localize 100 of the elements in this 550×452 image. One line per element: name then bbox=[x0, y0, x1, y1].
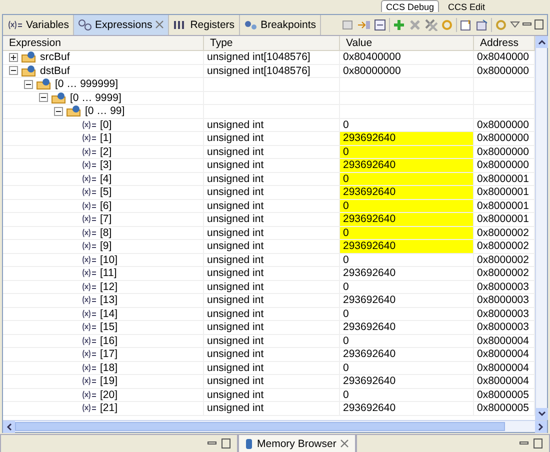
collapse-icon[interactable] bbox=[54, 106, 63, 116]
value-cell: 293692640 bbox=[340, 267, 474, 280]
type-cell: unsigned int bbox=[204, 254, 340, 266]
expression-name: [18] bbox=[100, 362, 118, 374]
value-cell: 293692640 bbox=[340, 348, 474, 360]
expression-name: [21] bbox=[100, 402, 118, 414]
value-cell: 293692640 bbox=[340, 240, 474, 252]
column-header[interactable]: Value bbox=[340, 36, 474, 51]
variable-icon bbox=[81, 159, 97, 172]
toolbar-icon[interactable] bbox=[357, 19, 371, 31]
value-cell: 293692640 bbox=[340, 132, 474, 144]
expression-icon bbox=[78, 19, 92, 31]
value-cell: 293692640 bbox=[340, 402, 474, 414]
value-cell: 0x80400000 bbox=[340, 51, 474, 64]
variable-icon bbox=[81, 240, 97, 252]
folder-icon bbox=[66, 105, 82, 118]
column-header[interactable]: Type bbox=[204, 36, 340, 51]
breakpoint-icon bbox=[244, 19, 258, 31]
value-cell: 0 bbox=[340, 172, 474, 185]
folder-icon bbox=[21, 64, 37, 77]
expression-name: [0 … 99] bbox=[85, 105, 125, 118]
type-cell: unsigned int bbox=[204, 118, 340, 131]
view-tab[interactable]: Registers bbox=[169, 15, 240, 35]
variable-icon bbox=[7, 19, 23, 31]
type-cell: unsigned int bbox=[204, 334, 340, 347]
view-tab[interactable]: Breakpoints bbox=[240, 15, 322, 35]
toolbar-icon[interactable] bbox=[459, 19, 473, 31]
remove-all-icon[interactable] bbox=[424, 19, 438, 31]
perspective-tab[interactable]: CCS Edit bbox=[442, 0, 490, 12]
type-cell: unsigned int bbox=[204, 267, 340, 280]
type-cell: unsigned int bbox=[204, 308, 340, 320]
maximize-icon[interactable] bbox=[221, 438, 231, 450]
variable-icon bbox=[81, 146, 97, 158]
expression-name: [0 … 999999] bbox=[55, 78, 118, 90]
variable-icon bbox=[81, 186, 97, 198]
variable-icon bbox=[81, 118, 97, 131]
type-cell: unsigned int bbox=[204, 348, 340, 360]
expression-name: [1] bbox=[100, 132, 112, 144]
expression-name: [17] bbox=[100, 348, 118, 360]
expression-name: [14] bbox=[100, 308, 118, 320]
variable-icon bbox=[81, 213, 97, 226]
value-cell: 0 bbox=[340, 254, 474, 266]
expression-name: [2] bbox=[100, 146, 112, 158]
perspective-tab[interactable]: CCS Debug bbox=[380, 0, 439, 12]
value-cell: 0 bbox=[340, 118, 474, 131]
collapse-icon[interactable] bbox=[24, 80, 33, 89]
variable-icon bbox=[81, 280, 97, 293]
tab-label: Variables bbox=[26, 19, 69, 31]
variable-icon bbox=[81, 200, 97, 212]
collapse-icon[interactable] bbox=[39, 93, 48, 102]
maximize-icon[interactable] bbox=[534, 19, 544, 31]
variable-icon bbox=[81, 132, 97, 144]
value-cell: 293692640 bbox=[340, 294, 474, 306]
expression-name: [16] bbox=[100, 334, 118, 347]
expression-name: [5] bbox=[100, 186, 112, 198]
folder-icon bbox=[36, 78, 52, 90]
tab-label: Breakpoints bbox=[260, 19, 316, 31]
variable-icon bbox=[81, 267, 97, 280]
toolbar-icon[interactable] bbox=[475, 19, 489, 31]
column-header[interactable]: Expression bbox=[3, 36, 204, 51]
value-cell: 293692640 bbox=[340, 321, 474, 334]
vertical-scrollbar[interactable] bbox=[535, 36, 547, 420]
expression-name: [0] bbox=[100, 118, 112, 131]
value-cell: 0 bbox=[340, 200, 474, 212]
variable-icon bbox=[81, 308, 97, 320]
variable-icon bbox=[81, 402, 97, 414]
type-cell: unsigned int bbox=[204, 280, 340, 293]
variable-icon bbox=[81, 362, 97, 374]
view-tab[interactable]: Memory Browser bbox=[238, 434, 356, 452]
close-icon[interactable] bbox=[340, 438, 350, 450]
type-cell: unsigned int bbox=[204, 294, 340, 306]
expression-name: [10] bbox=[100, 254, 118, 266]
expand-icon[interactable] bbox=[9, 52, 18, 62]
horizontal-scrollbar[interactable] bbox=[3, 420, 547, 432]
collapse-icon[interactable] bbox=[9, 66, 18, 76]
value-cell: 0 bbox=[340, 362, 474, 374]
close-icon[interactable] bbox=[155, 19, 164, 31]
value-cell: 0 bbox=[340, 388, 474, 401]
variable-icon bbox=[81, 348, 97, 360]
tab-label: Expressions bbox=[95, 19, 152, 31]
expression-name: [8] bbox=[100, 226, 112, 239]
tab-label: Registers bbox=[190, 19, 235, 31]
value-cell: 293692640 bbox=[340, 375, 474, 388]
expression-name: dstBuf bbox=[40, 64, 70, 77]
expression-name: [15] bbox=[100, 321, 118, 334]
collapse-all-icon[interactable] bbox=[373, 19, 387, 31]
expression-name: [7] bbox=[100, 213, 112, 226]
expression-name: [9] bbox=[100, 240, 112, 252]
variable-icon bbox=[81, 375, 97, 388]
maximize-icon[interactable] bbox=[533, 438, 543, 450]
type-cell: unsigned int bbox=[204, 321, 340, 334]
expression-name: [6] bbox=[100, 200, 112, 212]
type-cell: unsigned int[1048576] bbox=[204, 51, 340, 64]
value-cell: 0 bbox=[340, 146, 474, 158]
variable-icon bbox=[81, 294, 97, 306]
memory-icon bbox=[245, 438, 253, 450]
value-cell: 0 bbox=[340, 334, 474, 347]
expression-name: [0 … 9999] bbox=[70, 92, 122, 104]
value-cell: 0x80000000 bbox=[340, 64, 474, 77]
view-tab[interactable]: Expressions bbox=[74, 15, 170, 35]
